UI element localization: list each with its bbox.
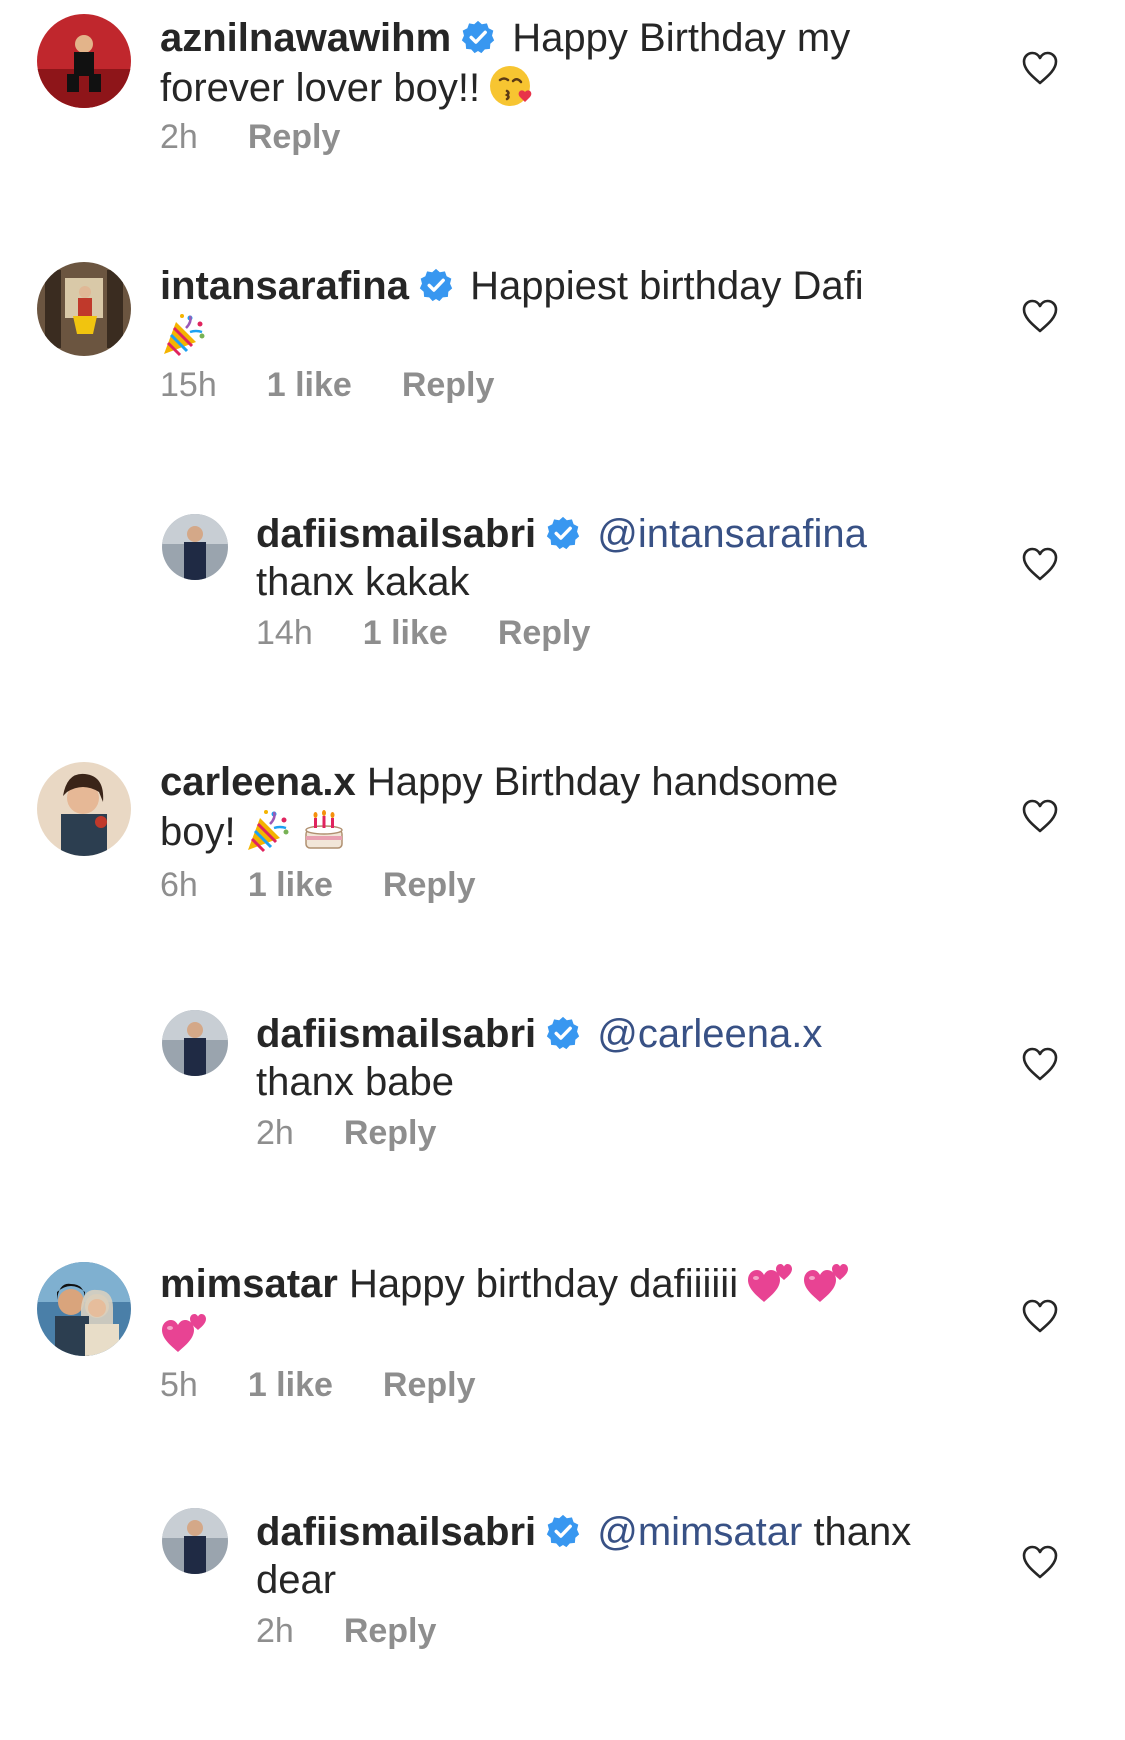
birthday-cake-emoji	[300, 806, 348, 854]
verified-badge-icon	[546, 1016, 580, 1050]
comment-time: 14h	[256, 614, 313, 652]
kissing-face-emoji	[488, 62, 536, 110]
comment-time: 5h	[160, 1366, 198, 1404]
reply-button[interactable]: Reply	[344, 1612, 437, 1651]
comment-meta: 2h Reply	[256, 1114, 436, 1153]
comment-username[interactable]: dafiismailsabri	[256, 1012, 536, 1056]
comment-text: dafiismailsabri @mimsatar thanx dear	[256, 1508, 976, 1604]
reply-button[interactable]: Reply	[498, 614, 591, 653]
verified-badge-icon	[419, 268, 453, 302]
comment-username[interactable]: mimsatar	[160, 1262, 338, 1306]
comment-text: dafiismailsabri @carleena.x thanx babe	[256, 1010, 976, 1106]
heart-outline-icon[interactable]	[1021, 1298, 1059, 1334]
comment-text: carleena.x Happy Birthday handsome boy!	[160, 758, 920, 856]
comment-meta: 2h Reply	[160, 118, 340, 157]
verified-badge-icon	[546, 516, 580, 550]
avatar[interactable]	[37, 1262, 131, 1356]
two-hearts-emoji	[160, 1308, 208, 1356]
mention-link[interactable]: @mimsatar	[597, 1510, 802, 1554]
heart-outline-icon[interactable]	[1021, 1046, 1059, 1082]
verified-badge-icon	[546, 1514, 580, 1548]
avatar[interactable]	[37, 762, 131, 856]
comment-meta: 6h 1 like Reply	[160, 866, 476, 905]
verified-badge-icon	[461, 20, 495, 54]
heart-outline-icon[interactable]	[1021, 1544, 1059, 1580]
reply-button[interactable]: Reply	[383, 1366, 476, 1405]
comment-time: 2h	[160, 118, 198, 156]
comment-meta: 5h 1 like Reply	[160, 1366, 476, 1405]
comment-text: dafiismailsabri @intansarafina thanx kaka…	[256, 510, 976, 606]
comment-text: mimsatar Happy birthday dafiiiiii	[160, 1258, 920, 1358]
comment-time: 2h	[256, 1612, 294, 1650]
comment-text: intansarafina Happiest birthday Dafi	[160, 262, 920, 360]
comment-body: thanx kakak	[256, 560, 470, 604]
comment-meta: 15h 1 like Reply	[160, 366, 494, 405]
comment-likes[interactable]: 1 like	[363, 614, 448, 653]
heart-outline-icon[interactable]	[1021, 298, 1059, 334]
comment-time: 6h	[160, 866, 198, 904]
party-popper-emoji	[244, 806, 292, 854]
comment-meta: 2h Reply	[256, 1612, 436, 1651]
comment-body: Happiest birthday Dafi	[470, 264, 864, 308]
comment-body: Happy birthday dafiiiiii	[349, 1262, 739, 1306]
two-hearts-emoji	[746, 1258, 794, 1306]
avatar[interactable]	[162, 1010, 228, 1076]
heart-outline-icon[interactable]	[1021, 546, 1059, 582]
comment-text: aznilnawawihm Happy Birthday my forever …	[160, 14, 920, 112]
comment-likes[interactable]: 1 like	[267, 366, 352, 405]
reply-button[interactable]: Reply	[402, 366, 495, 405]
comment-time: 15h	[160, 366, 217, 404]
two-hearts-emoji	[802, 1258, 850, 1306]
heart-outline-icon[interactable]	[1021, 798, 1059, 834]
comment-username[interactable]: dafiismailsabri	[256, 1510, 536, 1554]
reply-button[interactable]: Reply	[383, 866, 476, 905]
comment-username[interactable]: intansarafina	[160, 264, 409, 308]
comment-body: thanx babe	[256, 1060, 454, 1104]
comment-meta: 14h 1 like Reply	[256, 614, 590, 653]
reply-button[interactable]: Reply	[344, 1114, 437, 1153]
comment-time: 2h	[256, 1114, 294, 1152]
avatar[interactable]	[162, 514, 228, 580]
comment-username[interactable]: aznilnawawihm	[160, 16, 451, 60]
party-popper-emoji	[160, 310, 208, 358]
mention-link[interactable]: @carleena.x	[597, 1012, 822, 1056]
heart-outline-icon[interactable]	[1021, 50, 1059, 86]
avatar[interactable]	[162, 1508, 228, 1574]
mention-link[interactable]: @intansarafina	[597, 512, 867, 556]
avatar[interactable]	[37, 14, 131, 108]
comment-likes[interactable]: 1 like	[248, 1366, 333, 1405]
comment-likes[interactable]: 1 like	[248, 866, 333, 905]
comment-username[interactable]: dafiismailsabri	[256, 512, 536, 556]
reply-button[interactable]: Reply	[248, 118, 341, 157]
comment-username[interactable]: carleena.x	[160, 760, 356, 804]
avatar[interactable]	[37, 262, 131, 356]
